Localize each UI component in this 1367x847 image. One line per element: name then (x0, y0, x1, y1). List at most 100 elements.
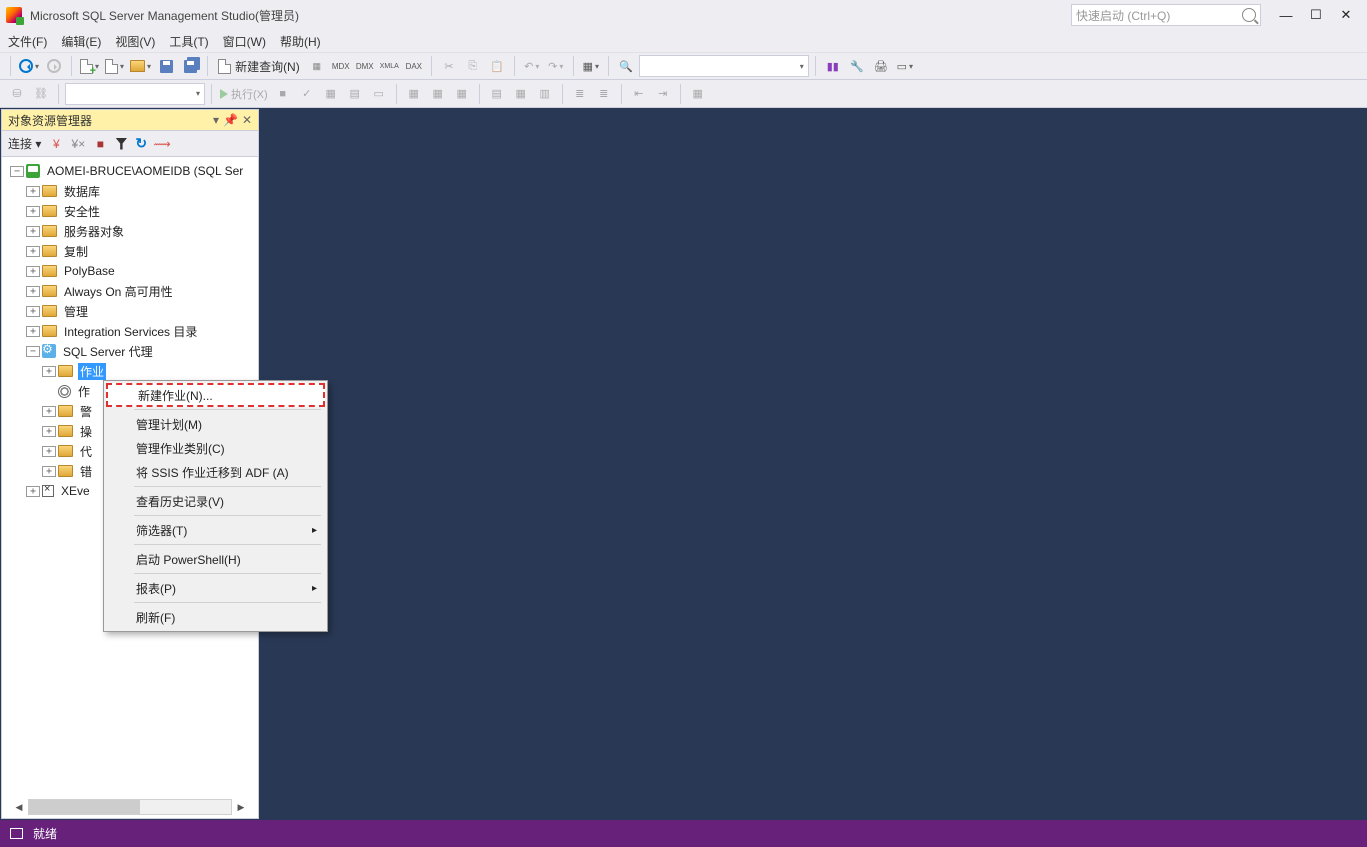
panel-close-button[interactable]: ✕ (242, 113, 252, 127)
estimated-plan-button: ▦ (320, 83, 342, 105)
redo-button: ↷ (545, 55, 567, 77)
menu-manage-categories[interactable]: 管理作业类别(C) (106, 436, 325, 460)
cut-button: ✂ (438, 55, 460, 77)
tree-sql-agent-node[interactable]: −SQL Server 代理 (2, 341, 258, 361)
print-button[interactable]: 🖨 (870, 55, 892, 77)
filter-icon[interactable] (115, 138, 127, 150)
db-engine-query-button[interactable]: ▦ (306, 55, 328, 77)
tree-integration-node[interactable]: +Integration Services 目录 (2, 321, 258, 341)
save-all-button[interactable] (179, 55, 201, 77)
tree-management-node[interactable]: +管理 (2, 301, 258, 321)
agent-icon (42, 344, 56, 358)
dax-query-button[interactable]: DAX (403, 55, 425, 77)
db-select-icon: ⛁ (6, 83, 28, 105)
tree-server-node[interactable]: −AOMEI-BRUCE\AOMEIDB (SQL Ser (2, 161, 258, 181)
include-live-stats-button: ▦ (427, 83, 449, 105)
xmla-query-button[interactable]: XMLA (378, 55, 401, 77)
folder-icon (42, 205, 57, 217)
server-icon (26, 164, 40, 178)
tree-always-on-node[interactable]: +Always On 高可用性 (2, 281, 258, 301)
status-text: 就绪 (33, 825, 57, 842)
increase-indent-button: ⇥ (652, 83, 674, 105)
new-query-label: 新建查询(N) (235, 58, 300, 75)
execute-label: 执行(X) (231, 86, 268, 102)
tree-polybase-node[interactable]: +PolyBase (2, 261, 258, 281)
save-button[interactable] (155, 55, 177, 77)
status-bar: 就绪 (0, 820, 1367, 847)
menu-file[interactable]: 文件(F) (8, 33, 47, 50)
undo-button: ↶ (521, 55, 543, 77)
tree-security-node[interactable]: +安全性 (2, 201, 258, 221)
menu-view-history[interactable]: 查看历史记录(V) (106, 489, 325, 513)
tree-horizontal-scrollbar[interactable]: ◀ ▶ (28, 799, 232, 815)
menu-manage-schedules[interactable]: 管理计划(M) (106, 412, 325, 436)
tree-jobs-node[interactable]: +作业 (2, 361, 258, 381)
decrease-indent-button: ⇤ (628, 83, 650, 105)
menu-separator (134, 486, 321, 487)
menu-filter[interactable]: 筛选器(T) (106, 518, 325, 542)
close-button[interactable]: ✕ (1331, 4, 1361, 26)
folder-icon (58, 365, 73, 377)
folder-icon (58, 425, 73, 437)
menu-start-powershell[interactable]: 启动 PowerShell(H) (106, 547, 325, 571)
scrollbar-thumb[interactable] (29, 800, 140, 814)
app-icon (6, 7, 22, 23)
open-file-button[interactable] (128, 55, 153, 77)
comment-button: ≣ (569, 83, 591, 105)
query-icon (218, 59, 231, 74)
find-button[interactable]: 🔍 (615, 55, 637, 77)
quick-launch-placeholder: 快速启动 (Ctrl+Q) (1076, 7, 1170, 24)
tree-databases-node[interactable]: +数据库 (2, 181, 258, 201)
new-project-button[interactable] (78, 55, 101, 77)
disconnect-icon[interactable]: ¥× (71, 137, 85, 151)
chart-button[interactable]: ▦ (580, 55, 602, 77)
statusbar-icon (10, 828, 23, 839)
tree-server-objects-node[interactable]: +服务器对象 (2, 221, 258, 241)
menu-separator (134, 544, 321, 545)
database-combo[interactable]: ▾ (65, 83, 205, 105)
panel-options-button[interactable]: ▾ (213, 113, 219, 127)
include-client-stats-button: ▦ (451, 83, 473, 105)
object-explorer-titlebar: 对象资源管理器 ▾ 📌 ✕ (2, 110, 258, 131)
window-layout-button[interactable]: ▭ (894, 55, 916, 77)
nav-forward-button (43, 55, 65, 77)
tree-replication-node[interactable]: +复制 (2, 241, 258, 261)
refresh-icon[interactable]: ↻ (135, 135, 147, 152)
panel-pin-button[interactable]: 📌 (223, 113, 238, 127)
activity-icon[interactable]: ⟿ (155, 137, 169, 151)
find-combo[interactable]: ▾ (639, 55, 809, 77)
menu-window[interactable]: 窗口(W) (223, 33, 266, 50)
menu-migrate-ssis[interactable]: 将 SSIS 作业迁移到 ADF (A) (106, 460, 325, 484)
menu-view[interactable]: 视图(V) (115, 33, 155, 50)
menu-separator (134, 602, 321, 603)
menu-refresh[interactable]: 刷新(F) (106, 605, 325, 629)
new-item-button[interactable] (103, 55, 126, 77)
connect-button[interactable]: 连接 ▾ (8, 135, 41, 152)
sql-toolbar: ⛁ ⛓ ▾ 执行(X) ■ ✓ ▦ ▤ ▭ ▦ ▦ ▦ ▤ ▦ ▥ ≣ ≣ ⇤ … (0, 80, 1367, 108)
menu-edit[interactable]: 编辑(E) (61, 33, 101, 50)
search-icon (1242, 8, 1256, 22)
mdx-query-button[interactable]: MDX (330, 55, 352, 77)
folder-icon (58, 465, 73, 477)
results-to-grid-button: ▦ (510, 83, 532, 105)
object-explorer-title: 对象资源管理器 (8, 112, 92, 129)
scroll-right-button[interactable]: ▶ (233, 800, 249, 814)
query-options-button: ▤ (344, 83, 366, 105)
scroll-left-button[interactable]: ◀ (11, 800, 27, 814)
paste-button: 📋 (486, 55, 508, 77)
nav-back-button[interactable] (17, 55, 41, 77)
specify-values-button: ▦ (687, 83, 709, 105)
stop-icon[interactable]: ■ (93, 137, 107, 151)
tools-button[interactable]: 🔧 (846, 55, 868, 77)
extension-button[interactable]: ▮▮ (822, 55, 844, 77)
menu-help[interactable]: 帮助(H) (280, 33, 321, 50)
maximize-button[interactable]: ☐ (1301, 4, 1331, 26)
dmx-query-button[interactable]: DMX (354, 55, 376, 77)
menu-tools[interactable]: 工具(T) (169, 33, 208, 50)
minimize-button[interactable]: — (1271, 4, 1301, 26)
menu-reports[interactable]: 报表(P) (106, 576, 325, 600)
quick-launch-input[interactable]: 快速启动 (Ctrl+Q) (1071, 4, 1261, 26)
new-query-button[interactable]: 新建查询(N) (214, 58, 304, 75)
connect-icon[interactable]: ¥ (49, 137, 63, 151)
menu-new-job[interactable]: 新建作业(N)... (106, 383, 325, 407)
